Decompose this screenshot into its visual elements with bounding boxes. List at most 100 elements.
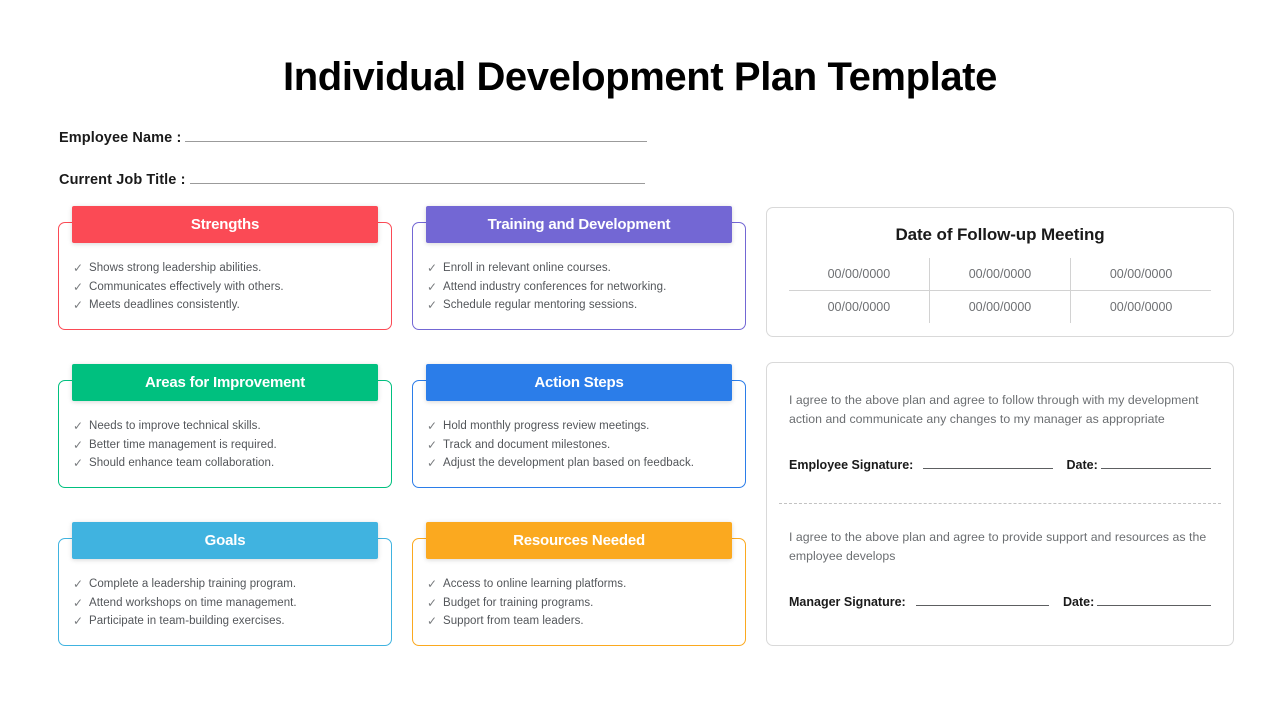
page-title: Individual Development Plan Template (283, 55, 997, 99)
followup-date-cell[interactable]: 00/00/0000 (1070, 258, 1211, 291)
employee-signature-row: Employee Signature: Date: (789, 458, 1211, 472)
card-resources-needed-header: Resources Needed (426, 522, 732, 559)
list-item: ✓ Enroll in relevant online courses. (427, 259, 735, 278)
list-item-text: Better time management is required. (89, 438, 277, 451)
employee-agreement-text: I agree to the above plan and agree to f… (789, 393, 1199, 426)
list-item-text: Should enhance team collaboration. (89, 457, 275, 470)
manager-agreement-text: I agree to the above plan and agree to p… (789, 530, 1207, 563)
check-icon: ✓ (427, 437, 438, 452)
followup-date-table: 00/00/0000 00/00/0000 00/00/0000 00/00/0… (789, 258, 1211, 323)
list-item-text: Hold monthly progress review meetings. (443, 420, 650, 432)
list-item: ✓ Hold monthly progress review meetings. (427, 417, 735, 436)
list-item: ✓ Support from team leaders. (427, 612, 735, 631)
employee-signature-input-line[interactable] (923, 468, 1053, 469)
list-item-text: Communicates effectively with others. (89, 280, 284, 293)
card-action-steps: Action Steps ✓ Hold monthly progress revi… (412, 364, 746, 488)
followup-date-cell[interactable]: 00/00/0000 (928, 258, 1071, 291)
employee-signature-block: I agree to the above plan and agree to f… (767, 391, 1233, 472)
check-icon: ✓ (73, 419, 84, 433)
card-areas-for-improvement-header: Areas for Improvement (72, 364, 378, 401)
current-job-title-label: Current Job Title : (59, 172, 186, 188)
list-item: ✓ Better time management is required. (73, 436, 381, 455)
list-item: ✓ Attend workshops on time management. (73, 594, 381, 613)
employee-name-field-row: Employee Name : (59, 130, 648, 146)
manager-signature-label: Manager Signature: (789, 595, 906, 609)
current-job-title-field-row: Current Job Title : (59, 172, 645, 188)
table-row: 00/00/0000 00/00/0000 00/00/0000 (789, 258, 1211, 291)
signature-panel: I agree to the above plan and agree to f… (766, 362, 1234, 646)
list-item: ✓ Communicates effectively with others. (73, 278, 381, 297)
list-item-text: Participate in team-building exercises. (89, 615, 285, 628)
check-icon: ✓ (73, 456, 84, 471)
followup-date-cell[interactable]: 00/00/0000 (1070, 290, 1211, 323)
manager-signature-row: Manager Signature: Date: (789, 595, 1211, 609)
followup-meeting-title: Date of Follow-up Meeting (895, 225, 1105, 244)
employee-name-input-line[interactable] (185, 141, 648, 142)
employee-name-label: Employee Name : (59, 130, 182, 146)
list-item-text: Shows strong leadership abilities. (89, 262, 262, 274)
check-icon: ✓ (73, 595, 84, 610)
check-icon: ✓ (427, 298, 438, 313)
card-goals-list: ✓ Complete a leadership training program.… (73, 575, 381, 631)
list-item-text: Enroll in relevant online courses. (443, 262, 611, 274)
card-training-and-development: Training and Development ✓ Enroll in rele… (412, 206, 746, 330)
list-item: ✓ Needs to improve technical skills. (73, 417, 381, 436)
list-item-text: Complete a leadership training program. (89, 578, 297, 590)
check-icon: ✓ (73, 614, 84, 629)
card-training-and-development-list: ✓ Enroll in relevant online courses. ✓ Att… (427, 259, 735, 315)
check-icon: ✓ (73, 261, 84, 275)
check-icon: ✓ (73, 577, 84, 591)
list-item: ✓ Adjust the development plan based on fe… (427, 454, 735, 473)
check-icon: ✓ (427, 261, 438, 275)
card-goals: Goals ✓ Complete a leadership training pr… (58, 522, 392, 646)
card-training-and-development-header: Training and Development (426, 206, 732, 243)
list-item-text: Budget for training programs. (443, 596, 594, 609)
check-icon: ✓ (427, 456, 438, 471)
list-item-text: Needs to improve technical skills. (89, 420, 261, 432)
card-resources-needed: Resources Needed ✓ Access to online learn… (412, 522, 746, 646)
card-strengths-header: Strengths (72, 206, 378, 243)
current-job-title-input-line[interactable] (189, 183, 645, 184)
manager-signature-input-line[interactable] (915, 605, 1049, 606)
list-item: ✓ Track and document milestones. (427, 436, 735, 455)
card-resources-needed-list: ✓ Access to online learning platforms. ✓ B… (427, 575, 735, 631)
followup-date-cell[interactable]: 00/00/0000 (789, 258, 930, 291)
followup-date-cell[interactable]: 00/00/0000 (789, 291, 929, 324)
list-item-text: Adjust the development plan based on fee… (443, 457, 695, 470)
list-item: ✓ Access to online learning platforms. (427, 575, 735, 594)
list-item-text: Meets deadlines consistently. (89, 299, 240, 312)
employee-date-input-line[interactable] (1100, 468, 1211, 469)
list-item: ✓ Should enhance team collaboration. (73, 454, 381, 473)
check-icon: ✓ (73, 437, 84, 452)
followup-date-cell[interactable]: 00/00/0000 (928, 290, 1071, 323)
manager-signature-block: I agree to the above plan and agree to p… (767, 528, 1233, 609)
list-item-text: Support from team leaders. (443, 615, 584, 628)
employee-date-label: Date: (1066, 458, 1098, 472)
list-item-text: Track and document milestones. (443, 438, 611, 451)
employee-signature-label: Employee Signature: (789, 458, 914, 472)
check-icon: ✓ (427, 419, 438, 433)
list-item-text: Attend industry conferences for networki… (443, 280, 667, 293)
list-item: ✓ Shows strong leadership abilities. (73, 259, 381, 278)
list-item: ✓ Attend industry conferences for network… (427, 278, 735, 297)
list-item-text: Access to online learning platforms. (443, 578, 627, 590)
list-item: ✓ Schedule regular mentoring sessions. (427, 296, 735, 315)
card-areas-for-improvement: Areas for Improvement ✓ Needs to improve … (58, 364, 392, 488)
check-icon: ✓ (427, 577, 438, 591)
followup-meeting-panel: Date of Follow-up Meeting 00/00/0000 00/… (766, 207, 1234, 337)
list-item-text: Schedule regular mentoring sessions. (443, 299, 638, 312)
card-areas-for-improvement-list: ✓ Needs to improve technical skills. ✓ Bet… (73, 417, 381, 473)
manager-date-label: Date: (1062, 595, 1095, 609)
manager-date-input-line[interactable] (1097, 605, 1211, 606)
table-row: 00/00/0000 00/00/0000 00/00/0000 (789, 290, 1211, 324)
card-strengths: Strengths ✓ Shows strong leadership abili… (58, 206, 392, 330)
list-item: ✓ Complete a leadership training program. (73, 575, 381, 594)
card-strengths-list: ✓ Shows strong leadership abilities. ✓ Com… (73, 259, 381, 315)
check-icon: ✓ (73, 279, 84, 294)
check-icon: ✓ (427, 279, 438, 294)
card-action-steps-list: ✓ Hold monthly progress review meetings. … (427, 417, 735, 473)
list-item: ✓ Budget for training programs. (427, 594, 735, 613)
list-item: ✓ Participate in team-building exercises. (73, 612, 381, 631)
check-icon: ✓ (73, 298, 84, 313)
card-action-steps-header: Action Steps (426, 364, 732, 401)
